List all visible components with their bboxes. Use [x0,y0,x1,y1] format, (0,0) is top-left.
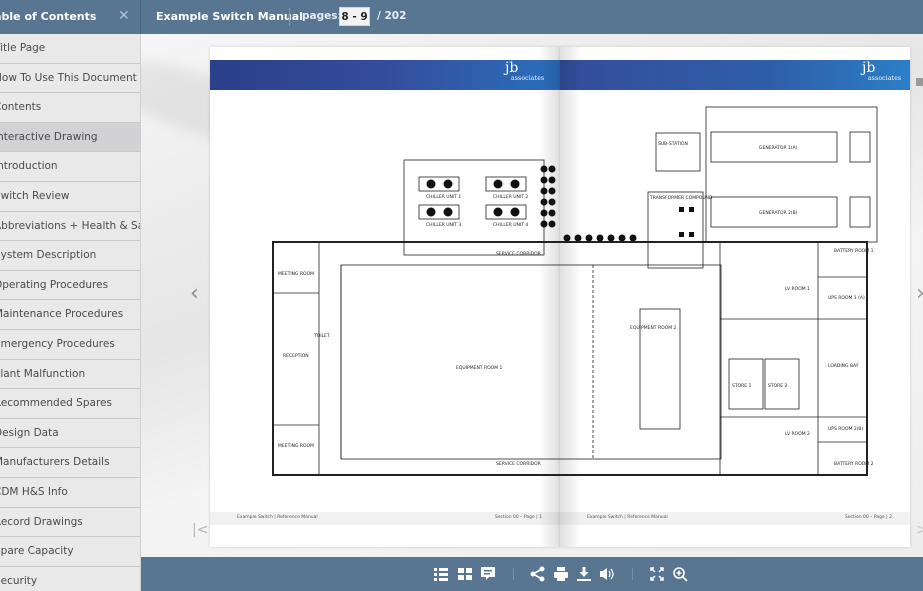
page-number-input[interactable] [339,7,370,26]
toc-item-label: Interactive Drawing [0,130,98,143]
last-page-button[interactable]: > [916,522,923,538]
sound-icon[interactable] [599,566,615,582]
toolbar-divider [632,568,633,580]
page-right: jb associates Example Switch | Reference… [560,47,910,547]
toc-item[interactable]: Interactive Drawing [0,122,140,153]
print-icon[interactable] [553,566,569,582]
fullscreen-icon[interactable] [649,566,665,582]
toc-item[interactable]: Security [0,567,140,591]
toc-item-label: Recommended Spares [0,397,112,410]
toc-item[interactable]: System Description [0,241,140,271]
comment-icon[interactable] [916,78,923,86]
toc-item-label: System Description [0,249,97,262]
toc-item[interactable]: Emergency Procedures [0,330,140,360]
toc-item[interactable]: Title Page [0,34,140,64]
toc-item-label: Record Drawings [0,515,83,528]
toc-item-label: How To Use This Document [0,71,137,84]
toc-title: Table of Contents [0,10,97,23]
gutter-shadow [560,47,582,547]
toc-item[interactable]: Spare Capacity [0,537,140,567]
header-band [560,60,910,90]
toc-item-label: Spare Capacity [0,545,74,558]
toc-item[interactable]: CDM H&S Info [0,478,140,508]
book-viewer: jb associates Example Switch | Reference… [141,34,923,557]
toc-item-label: CDM H&S Info [0,485,68,498]
toc-item[interactable]: Manufacturers Details [0,448,140,478]
table-of-contents: Title Page How To Use This Document Conten… [0,34,141,591]
toc-item-label: Contents [0,101,42,114]
toc-item-label: Manufacturers Details [0,456,110,469]
comment-icon[interactable] [480,566,496,582]
next-page-button[interactable]: › [916,281,923,306]
download-icon[interactable] [576,566,592,582]
toc-item[interactable]: Contents [0,93,140,123]
toc-header: Table of Contents ✕ [0,0,141,34]
toc-item[interactable]: Recommended Spares [0,389,140,419]
toc-item-label: Operating Procedures [0,278,109,291]
toc-item-label: Switch Review [0,189,70,202]
toc-item[interactable]: Maintenance Procedures [0,300,140,330]
toc-item[interactable]: Plant Malfunction [0,360,140,390]
grid-icon[interactable] [457,566,473,582]
toc-item-label: Security [0,574,38,587]
document-title: Example Switch Manual [156,10,303,23]
toc-item-label: Title Page [0,42,46,54]
previous-page-button[interactable]: ‹ [190,281,199,306]
toc-item[interactable]: Design Data [0,419,140,449]
footer-left-text: Example Switch | Reference Manual [237,515,318,520]
toc-item[interactable]: How To Use This Document [0,64,140,94]
toc-item-label: Abbreviations + Health & Safety [0,219,140,232]
toolbar-divider [513,568,514,580]
toc-item-label: Introduction [0,160,58,173]
top-bar: Table of Contents ✕ Example Switch Manua… [0,0,923,34]
toc-item[interactable]: Switch Review [0,182,140,212]
toc-item[interactable]: Introduction [0,152,140,182]
gutter-shadow [538,47,560,547]
toc-item[interactable]: Abbreviations + Health & Safety [0,212,140,242]
toc-item[interactable]: Operating Procedures [0,271,140,301]
divider [289,8,290,26]
first-page-button[interactable]: |< [192,522,208,538]
toc-item-label: Plant Malfunction [0,367,86,380]
page-footer: Example Switch | Reference Manual Sectio… [560,512,910,525]
bottom-toolbar [141,557,923,591]
jb-logo: jb associates [862,60,902,82]
footer-left-text: Example Switch | Reference Manual [587,515,668,520]
pages-total: / 202 [377,10,407,22]
zoom-in-icon[interactable] [672,566,688,582]
toc-item[interactable]: Record Drawings [0,508,140,538]
footer-right-text: Section 00 – Page | 2 [844,515,892,520]
toc-item-label: Emergency Procedures [0,337,115,350]
toc-item-label: Design Data [0,426,59,439]
share-icon[interactable] [530,566,546,582]
pages-label: pages: [302,10,342,22]
list-icon[interactable] [433,566,449,582]
footer-right-text: Section 00 – Page | 1 [494,515,542,520]
page-left: jb associates Example Switch | Reference… [210,47,560,547]
page-footer: Example Switch | Reference Manual Sectio… [210,512,560,525]
toc-item-label: Maintenance Procedures [0,308,124,321]
close-icon[interactable]: ✕ [118,8,130,24]
